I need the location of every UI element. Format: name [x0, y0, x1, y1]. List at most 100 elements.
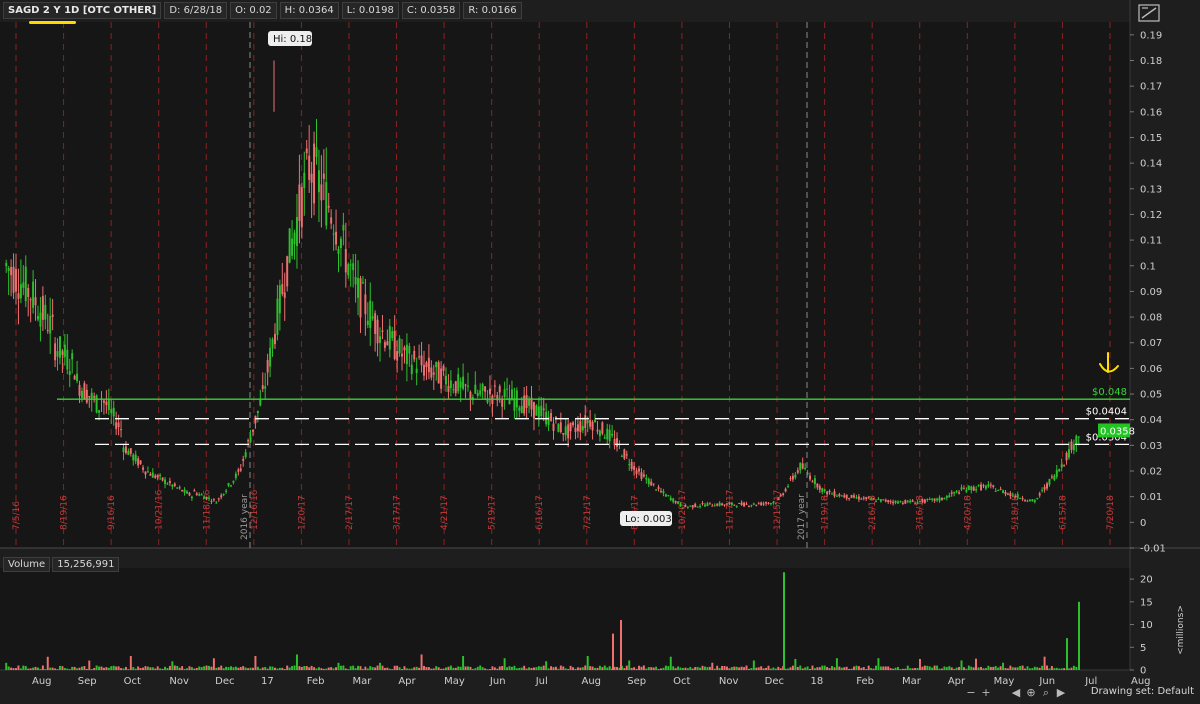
- candle-body: [520, 405, 523, 414]
- candle-body: [755, 504, 758, 506]
- volume-bar: [347, 669, 350, 670]
- volume-bar: [867, 665, 870, 670]
- volume-bar: [98, 666, 101, 670]
- candle-body: [862, 497, 865, 499]
- candle-body: [1075, 435, 1078, 444]
- volume-bar: [535, 667, 538, 670]
- candle-body: [357, 278, 360, 298]
- candle-body: [132, 454, 135, 461]
- event-date-label: 7/20/18: [1106, 495, 1116, 530]
- volume-bar: [278, 667, 281, 670]
- volume-bar: [337, 662, 340, 670]
- candle-body: [484, 386, 487, 392]
- volume-bar: [1053, 668, 1056, 670]
- candle-body: [857, 496, 860, 500]
- candle-body: [767, 502, 770, 504]
- volume-bar: [10, 667, 13, 670]
- candle-body: [1043, 486, 1046, 490]
- volume-bar: [1006, 668, 1009, 670]
- price-tick-label: 0.19: [1140, 30, 1162, 41]
- volume-bar: [132, 667, 135, 670]
- candle-body: [273, 334, 276, 345]
- volume-pane: [0, 568, 1130, 670]
- volume-bar: [78, 667, 81, 670]
- volume-bar: [1060, 668, 1063, 670]
- volume-bar: [513, 665, 516, 670]
- zoom-icon[interactable]: ⌕: [1040, 687, 1052, 699]
- reset-icon[interactable]: ⊕: [1025, 687, 1037, 699]
- candle-body: [54, 343, 57, 361]
- zoom-in-icon[interactable]: +: [980, 687, 992, 699]
- candle-body: [124, 446, 127, 454]
- candle-body: [63, 344, 66, 358]
- candle-body: [772, 502, 775, 504]
- volume-bar: [823, 665, 826, 670]
- candle-body: [765, 501, 768, 504]
- month-label: Nov: [169, 676, 189, 687]
- candle-body: [879, 499, 882, 502]
- volume-bar: [594, 667, 597, 670]
- pan-left-icon[interactable]: ◀: [1010, 687, 1022, 699]
- drawing-tool-icon[interactable]: [1138, 4, 1160, 22]
- volume-bar: [115, 666, 118, 670]
- candle-body: [733, 504, 736, 506]
- volume-bar: [679, 667, 682, 670]
- candle-body: [217, 498, 220, 500]
- volume-bar: [596, 667, 599, 670]
- month-label: Aug: [32, 676, 52, 687]
- volume-bar: [371, 667, 374, 670]
- candle-body: [371, 316, 374, 319]
- candle-body: [982, 485, 985, 487]
- volume-bar: [7, 666, 10, 670]
- volume-bar: [997, 667, 1000, 670]
- drawing-set-label[interactable]: Drawing set: Default: [1091, 686, 1194, 697]
- month-label: Feb: [307, 676, 325, 687]
- candle-body: [642, 474, 645, 477]
- year-marker-label: 2016 year: [240, 494, 250, 540]
- candle-body: [853, 495, 855, 498]
- volume-bar: [970, 666, 973, 670]
- volume-bar: [122, 668, 125, 670]
- candle-body: [491, 395, 494, 405]
- volume-bar: [471, 668, 474, 670]
- volume-bar: [364, 666, 367, 670]
- yellow-underline-annotation: [29, 21, 76, 24]
- volume-bar: [139, 667, 142, 670]
- candle-body: [264, 386, 267, 389]
- chart-canvas[interactable]: 7/5/16 8/19/16 9/16/16 10/21/16 11/18/16 12/1…: [0, 0, 1200, 704]
- volume-bar: [210, 666, 213, 670]
- volume-bar: [787, 668, 790, 670]
- volume-bar: [503, 658, 506, 670]
- volume-bar: [906, 665, 909, 670]
- month-label: May: [444, 676, 465, 687]
- candle-body: [352, 263, 355, 271]
- candle-body: [718, 502, 721, 506]
- candle-body: [12, 266, 15, 293]
- volume-bar: [914, 668, 917, 670]
- candle-body: [750, 505, 753, 507]
- volume-bar: [166, 668, 169, 670]
- candle-body: [24, 266, 27, 302]
- candle-body: [188, 492, 191, 496]
- candle-body: [317, 170, 320, 193]
- candle-body: [398, 338, 401, 354]
- candle-body: [510, 389, 513, 400]
- volume-bar: [821, 665, 824, 670]
- candle-body: [1055, 470, 1058, 477]
- volume-bar: [789, 667, 792, 670]
- volume-bar: [816, 667, 819, 670]
- volume-bar: [826, 667, 829, 670]
- candle-body: [703, 504, 706, 507]
- candle-body: [462, 376, 465, 389]
- volume-bar: [660, 668, 662, 670]
- zoom-out-icon[interactable]: −: [965, 687, 977, 699]
- volume-bar: [1050, 666, 1053, 670]
- symbol-label[interactable]: SAGD 2 Y 1D [OTC OTHER]: [3, 2, 162, 19]
- candle-body: [173, 483, 176, 486]
- price-tick-label: 0.02: [1140, 467, 1162, 478]
- candle-body: [93, 396, 96, 398]
- pan-right-icon[interactable]: ▶: [1055, 687, 1067, 699]
- candle-body: [425, 362, 428, 368]
- candle-body: [381, 330, 384, 332]
- volume-bar: [56, 668, 59, 670]
